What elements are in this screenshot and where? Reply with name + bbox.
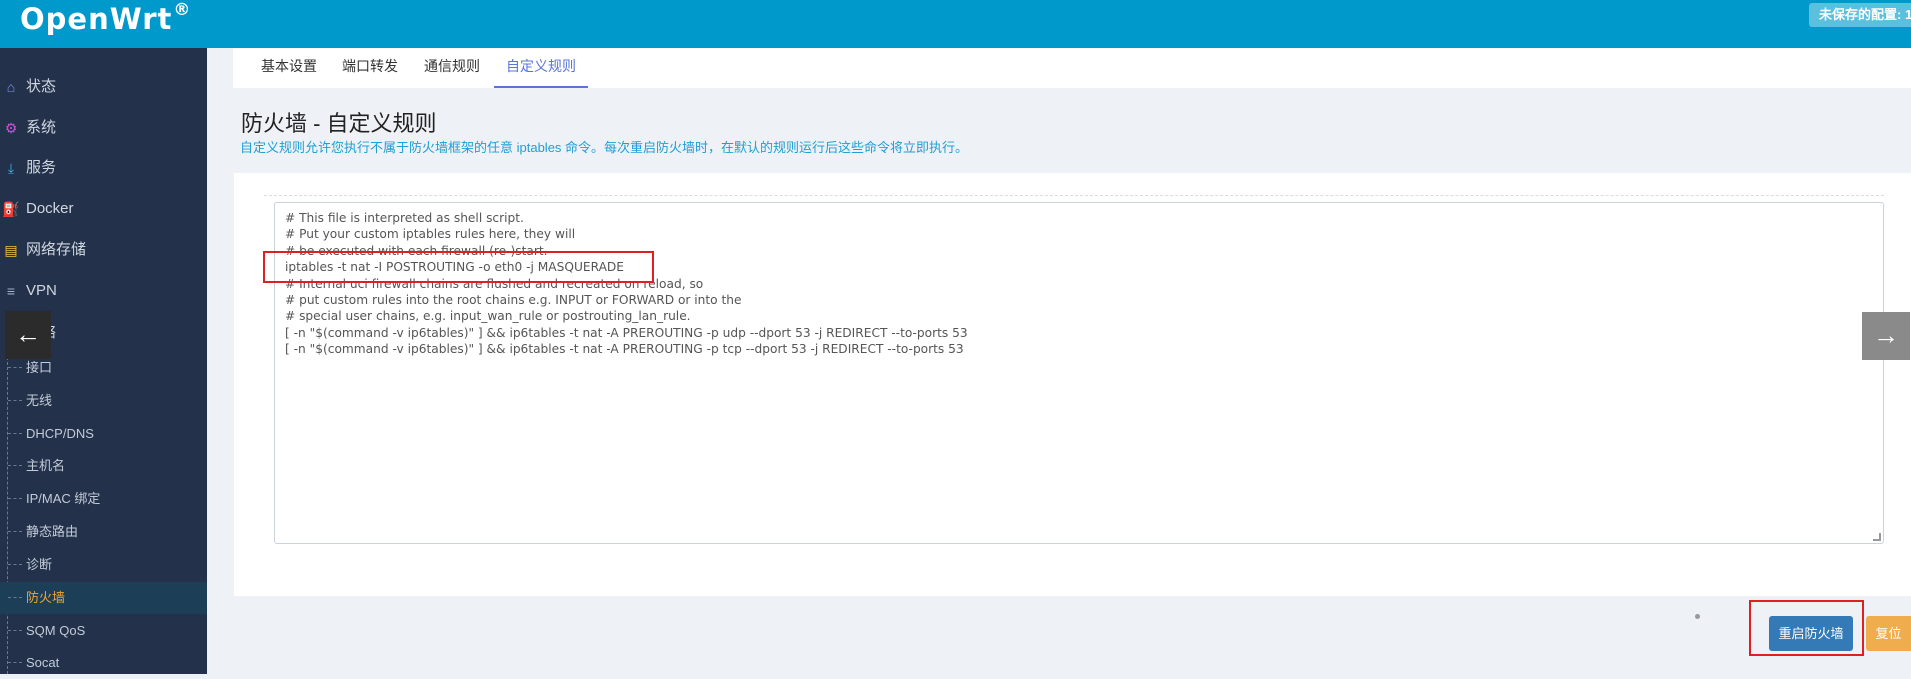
code-line: [ -n "$(command -v ip6tables)" ] && ip6t… bbox=[285, 342, 964, 357]
dot-marker bbox=[1695, 614, 1700, 619]
next-arrow-icon[interactable]: → bbox=[1862, 312, 1910, 360]
annotation-highlight-rule bbox=[263, 251, 654, 283]
sidebar-item-ip-mac-binding[interactable]: IP/MAC 绑定 bbox=[0, 483, 207, 515]
sidebar-item-status[interactable]: ⌂ 状态 bbox=[0, 72, 207, 102]
code-line: # special user chains, e.g. input_wan_ru… bbox=[285, 309, 691, 324]
divider bbox=[264, 195, 1884, 196]
sidebar-item-socat[interactable]: Socat bbox=[0, 647, 207, 679]
storage-icon: ▤ bbox=[4, 242, 18, 258]
code-line: # This file is interpreted as shell scri… bbox=[285, 211, 524, 225]
sidebar-item-hostnames[interactable]: 主机名 bbox=[0, 450, 207, 482]
sidebar-item-vpn[interactable]: ≡ VPN bbox=[0, 276, 207, 306]
docker-icon: ⛽ bbox=[2, 201, 20, 217]
tab-port-forwards[interactable]: 端口转发 bbox=[342, 48, 398, 88]
home-icon: ⌂ bbox=[6, 79, 16, 95]
code-line: [ -n "$(command -v ip6tables)" ] && ip6t… bbox=[285, 325, 968, 340]
unsaved-changes-badge[interactable]: 未保存的配置: 1 bbox=[1809, 3, 1911, 27]
sidebar-item-sqm-qos[interactable]: SQM QoS bbox=[0, 615, 207, 647]
code-line: # Put your custom iptables rules here, t… bbox=[285, 227, 576, 242]
sidebar-item-nas[interactable]: ▤ 网络存储 bbox=[0, 235, 207, 265]
download-icon: ⤓ bbox=[7, 160, 15, 176]
rules-card: # This file is interpreted as shell scri… bbox=[234, 173, 1911, 596]
main-content: 基本设置 端口转发 通信规则 自定义规则 防火墙 - 自定义规则 自定义规则允许… bbox=[207, 48, 1911, 674]
restart-firewall-button[interactable]: 重启防火墙 bbox=[1769, 616, 1853, 651]
top-bar: OpenWrt® 未保存的配置: 1 bbox=[0, 0, 1911, 48]
tab-traffic-rules[interactable]: 通信规则 bbox=[424, 48, 480, 88]
sidebar: ⌂ 状态 ⚙ 系统 ⤓ 服务 ⛽ Docker ▤ 网络存储 ≡ VPN ◉ 网… bbox=[0, 48, 207, 674]
code-line: # put custom rules into the root chains … bbox=[285, 293, 742, 308]
page-description: 自定义规则允许您执行不属于防火墙框架的任意 iptables 命令。每次重启防火… bbox=[240, 140, 969, 155]
reset-button[interactable]: 复位 bbox=[1866, 616, 1911, 651]
sidebar-item-system[interactable]: ⚙ 系统 bbox=[0, 113, 207, 143]
tab-bar: 基本设置 端口转发 通信规则 自定义规则 bbox=[233, 48, 1911, 88]
sidebar-item-docker[interactable]: ⛽ Docker bbox=[0, 194, 207, 224]
sidebar-item-wireless[interactable]: 无线 bbox=[0, 385, 207, 417]
brand-logo[interactable]: OpenWrt® bbox=[20, 0, 191, 36]
list-icon: ≡ bbox=[6, 283, 16, 299]
tab-custom-rules[interactable]: 自定义规则 bbox=[494, 48, 588, 88]
page-title: 防火墙 - 自定义规则 bbox=[241, 111, 437, 136]
resize-handle-icon[interactable] bbox=[1873, 533, 1881, 541]
sidebar-item-diagnostics[interactable]: 诊断 bbox=[0, 549, 207, 581]
tab-basic-settings[interactable]: 基本设置 bbox=[261, 48, 317, 88]
sidebar-item-dhcp-dns[interactable]: DHCP/DNS bbox=[0, 418, 207, 450]
sidebar-item-static-routes[interactable]: 静态路由 bbox=[0, 516, 207, 548]
previous-arrow-icon[interactable]: ← bbox=[5, 311, 51, 359]
gear-icon: ⚙ bbox=[4, 120, 18, 136]
sidebar-item-services[interactable]: ⤓ 服务 bbox=[0, 153, 207, 183]
sidebar-item-firewall[interactable]: 防火墙 bbox=[0, 582, 207, 614]
